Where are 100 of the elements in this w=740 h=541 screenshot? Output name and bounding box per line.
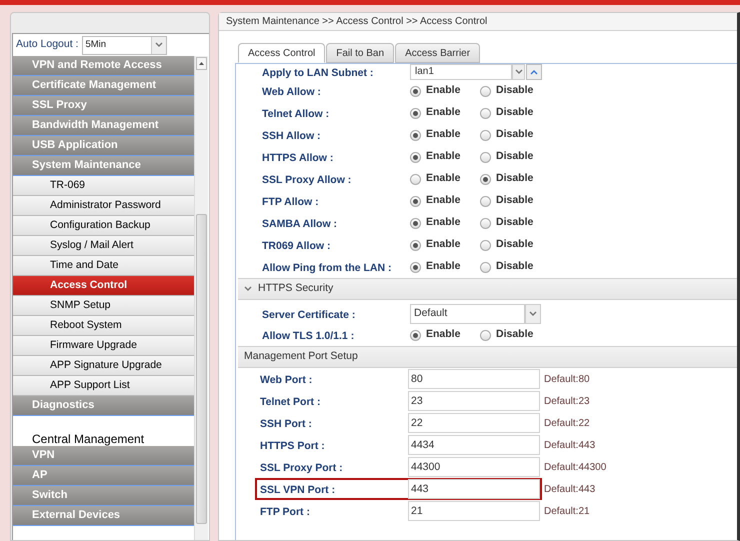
default-hint: Default:23 [544,394,590,408]
auto-logout-label: Auto Logout : [16,37,78,52]
port-input[interactable]: 44300 [408,457,540,477]
auto-logout-select[interactable]: 5Min [82,36,168,54]
tab[interactable]: Fail to Ban [326,43,394,63]
menu-item[interactable]: Access Control [13,276,194,296]
field-label: FTP Allow : [262,196,319,208]
menu-item[interactable]: Reboot System [13,316,194,336]
field-label: Telnet Port : [260,396,320,408]
collapse-button[interactable] [526,64,542,80]
radio-button[interactable] [480,130,491,140]
menu-item[interactable]: Time and Date [13,256,194,276]
radio-button[interactable] [410,174,421,184]
radio-button[interactable] [410,152,421,162]
radio-button[interactable] [480,86,491,96]
field-label: Telnet Allow : [262,108,330,120]
port-input[interactable]: 4434 [408,435,540,455]
option-label: Enable [426,215,460,230]
default-hint: Default:44300 [544,460,606,474]
menu-item[interactable]: Configuration Backup [13,216,194,236]
radio-button[interactable] [410,108,421,118]
option-label: Enable [426,259,460,274]
radio-button[interactable] [410,218,421,228]
radio-button[interactable] [480,262,491,272]
field-label: SSH Allow : [262,130,321,142]
option-label: Disable [496,193,534,208]
radio-button[interactable] [410,86,421,96]
scroll-up-icon [199,62,204,65]
radio-button[interactable] [410,240,421,250]
option-label: Enable [426,193,460,208]
select-field[interactable]: Default [410,304,525,324]
field-label: Allow TLS 1.0/1.1 : [262,330,354,342]
option-label: Enable [426,127,460,142]
radio-button[interactable] [410,262,421,272]
option-label: Disable [496,259,534,274]
default-hint: Default:21 [544,504,590,518]
port-input[interactable]: 443 [408,479,540,499]
radio-button[interactable] [480,174,491,184]
select-field[interactable]: lan1 [410,64,512,80]
scrollbar[interactable] [194,56,208,540]
option-label: Enable [426,171,460,186]
option-label: Disable [496,127,534,142]
field-label: Apply to LAN Subnet : [262,67,374,79]
radio-button[interactable] [480,218,491,228]
default-hint: Default:80 [544,372,590,386]
chevron-down-icon [244,286,252,292]
option-label: Enable [426,327,460,342]
menu-item[interactable]: Administrator Password [13,196,194,216]
menu-item[interactable]: APP Signature Upgrade [13,356,194,376]
option-label: Disable [496,83,534,98]
field-label: SSL Proxy Port : [260,462,343,474]
radio-button[interactable] [410,330,421,340]
option-label: Disable [496,237,534,252]
field-label: HTTPS Allow : [262,152,334,164]
port-input[interactable]: 22 [408,413,540,433]
option-label: Disable [496,171,534,186]
radio-button[interactable] [480,108,491,118]
tab[interactable]: Access Barrier [395,43,480,63]
tab[interactable]: Access Control [238,43,326,63]
radio-button[interactable] [410,196,421,206]
dropdown-button[interactable] [512,64,525,80]
option-label: Enable [426,237,460,252]
menu-item[interactable]: APP Support List [13,376,194,396]
field-label: Web Allow : [262,86,321,98]
field-label: Web Port : [260,374,312,386]
port-input[interactable]: 21 [408,501,540,521]
chevron-down-icon [529,310,537,316]
chevron-up-icon [530,69,538,75]
option-label: Disable [496,105,534,120]
default-hint: Default:22 [544,416,590,430]
radio-button[interactable] [410,130,421,140]
port-input[interactable]: 80 [408,369,540,389]
field-label: Server Certificate : [262,308,356,320]
chevron-down-icon [155,42,164,48]
field-label: SAMBA Allow : [262,218,338,230]
field-label: HTTPS Port : [260,440,325,452]
menu-item[interactable]: Firmware Upgrade [13,336,194,356]
option-label: Enable [426,105,460,120]
radio-button[interactable] [480,196,491,206]
section-header: Management Port Setup [238,346,737,368]
menu-item[interactable]: TR-069 [13,176,194,196]
option-label: Enable [426,149,460,164]
option-label: Disable [496,149,534,164]
radio-button[interactable] [480,330,491,340]
field-label: SSL VPN Port : [260,484,336,496]
section-header[interactable]: HTTPS Security [238,278,737,300]
dropdown-button[interactable] [525,304,541,324]
menu-item[interactable]: Syslog / Mail Alert [13,236,194,256]
field-label: FTP Port : [260,506,310,518]
radio-button[interactable] [480,152,491,162]
field-label: SSH Port : [260,418,312,430]
port-input[interactable]: 23 [408,391,540,411]
field-label: TR069 Allow : [262,240,330,252]
default-hint: Default:443 [544,438,596,452]
option-label: Disable [496,215,534,230]
option-label: Enable [426,83,460,98]
chevron-down-icon [514,69,522,75]
menu-item[interactable]: SNMP Setup [13,296,194,316]
breadcrumb: System Maintenance >> Access Control >> Access Control [226,15,488,29]
radio-button[interactable] [480,240,491,250]
